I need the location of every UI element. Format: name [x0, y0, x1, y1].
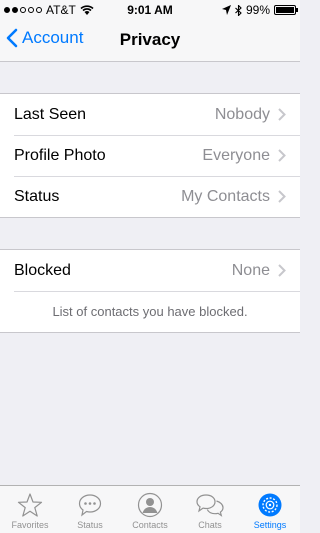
battery-percent: 99%	[245, 3, 270, 17]
profile-photo-row[interactable]: Profile Photo Everyone	[0, 135, 300, 176]
status-value: My Contacts	[181, 187, 270, 205]
tab-chats-label: Chats	[198, 520, 222, 530]
person-icon	[137, 492, 163, 518]
gear-icon	[258, 493, 282, 517]
navigation-bar: Account Privacy	[0, 20, 300, 62]
profile-photo-label: Profile Photo	[14, 146, 106, 164]
blocked-group: Blocked None List of contacts you have b…	[0, 249, 300, 333]
chevron-right-icon	[278, 149, 286, 162]
last-seen-label: Last Seen	[14, 105, 87, 123]
tab-contacts-label: Contacts	[132, 520, 168, 530]
chevron-right-icon	[278, 264, 286, 277]
battery-icon	[274, 5, 298, 15]
tab-contacts[interactable]: Contacts	[120, 486, 180, 533]
battery-fill	[276, 7, 294, 13]
status-right: 99%	[221, 3, 298, 17]
last-seen-row[interactable]: Last Seen Nobody	[0, 94, 300, 135]
privacy-settings-group: Last Seen Nobody Profile Photo Everyone …	[0, 93, 300, 218]
tab-favorites[interactable]: Favorites	[0, 486, 60, 533]
profile-photo-value: Everyone	[202, 146, 270, 164]
star-icon	[17, 493, 43, 517]
tab-status[interactable]: Status	[60, 486, 120, 533]
bluetooth-icon	[235, 4, 242, 16]
blocked-footnote: List of contacts you have blocked.	[0, 291, 300, 332]
blocked-value: None	[231, 261, 270, 279]
status-label: Status	[14, 187, 60, 205]
tab-bar: Favorites Status Contacts Chats Settings	[0, 485, 300, 533]
tab-favorites-label: Favorites	[11, 520, 49, 530]
status-bar: AT&T 9:01 AM 99%	[0, 0, 300, 20]
tab-status-label: Status	[77, 520, 103, 530]
blocked-row[interactable]: Blocked None	[0, 250, 300, 291]
location-arrow-icon	[221, 5, 231, 15]
tab-settings-label: Settings	[253, 520, 287, 530]
tab-settings[interactable]: Settings	[240, 486, 300, 533]
speech-bubble-icon	[78, 494, 102, 517]
last-seen-value: Nobody	[214, 105, 270, 123]
tab-chats[interactable]: Chats	[180, 486, 240, 533]
page-title: Privacy	[119, 30, 181, 49]
chat-bubbles-icon	[196, 494, 224, 517]
chevron-right-icon	[278, 190, 286, 203]
chevron-right-icon	[278, 108, 286, 121]
status-row[interactable]: Status My Contacts	[0, 176, 300, 217]
blocked-label: Blocked	[14, 261, 71, 279]
